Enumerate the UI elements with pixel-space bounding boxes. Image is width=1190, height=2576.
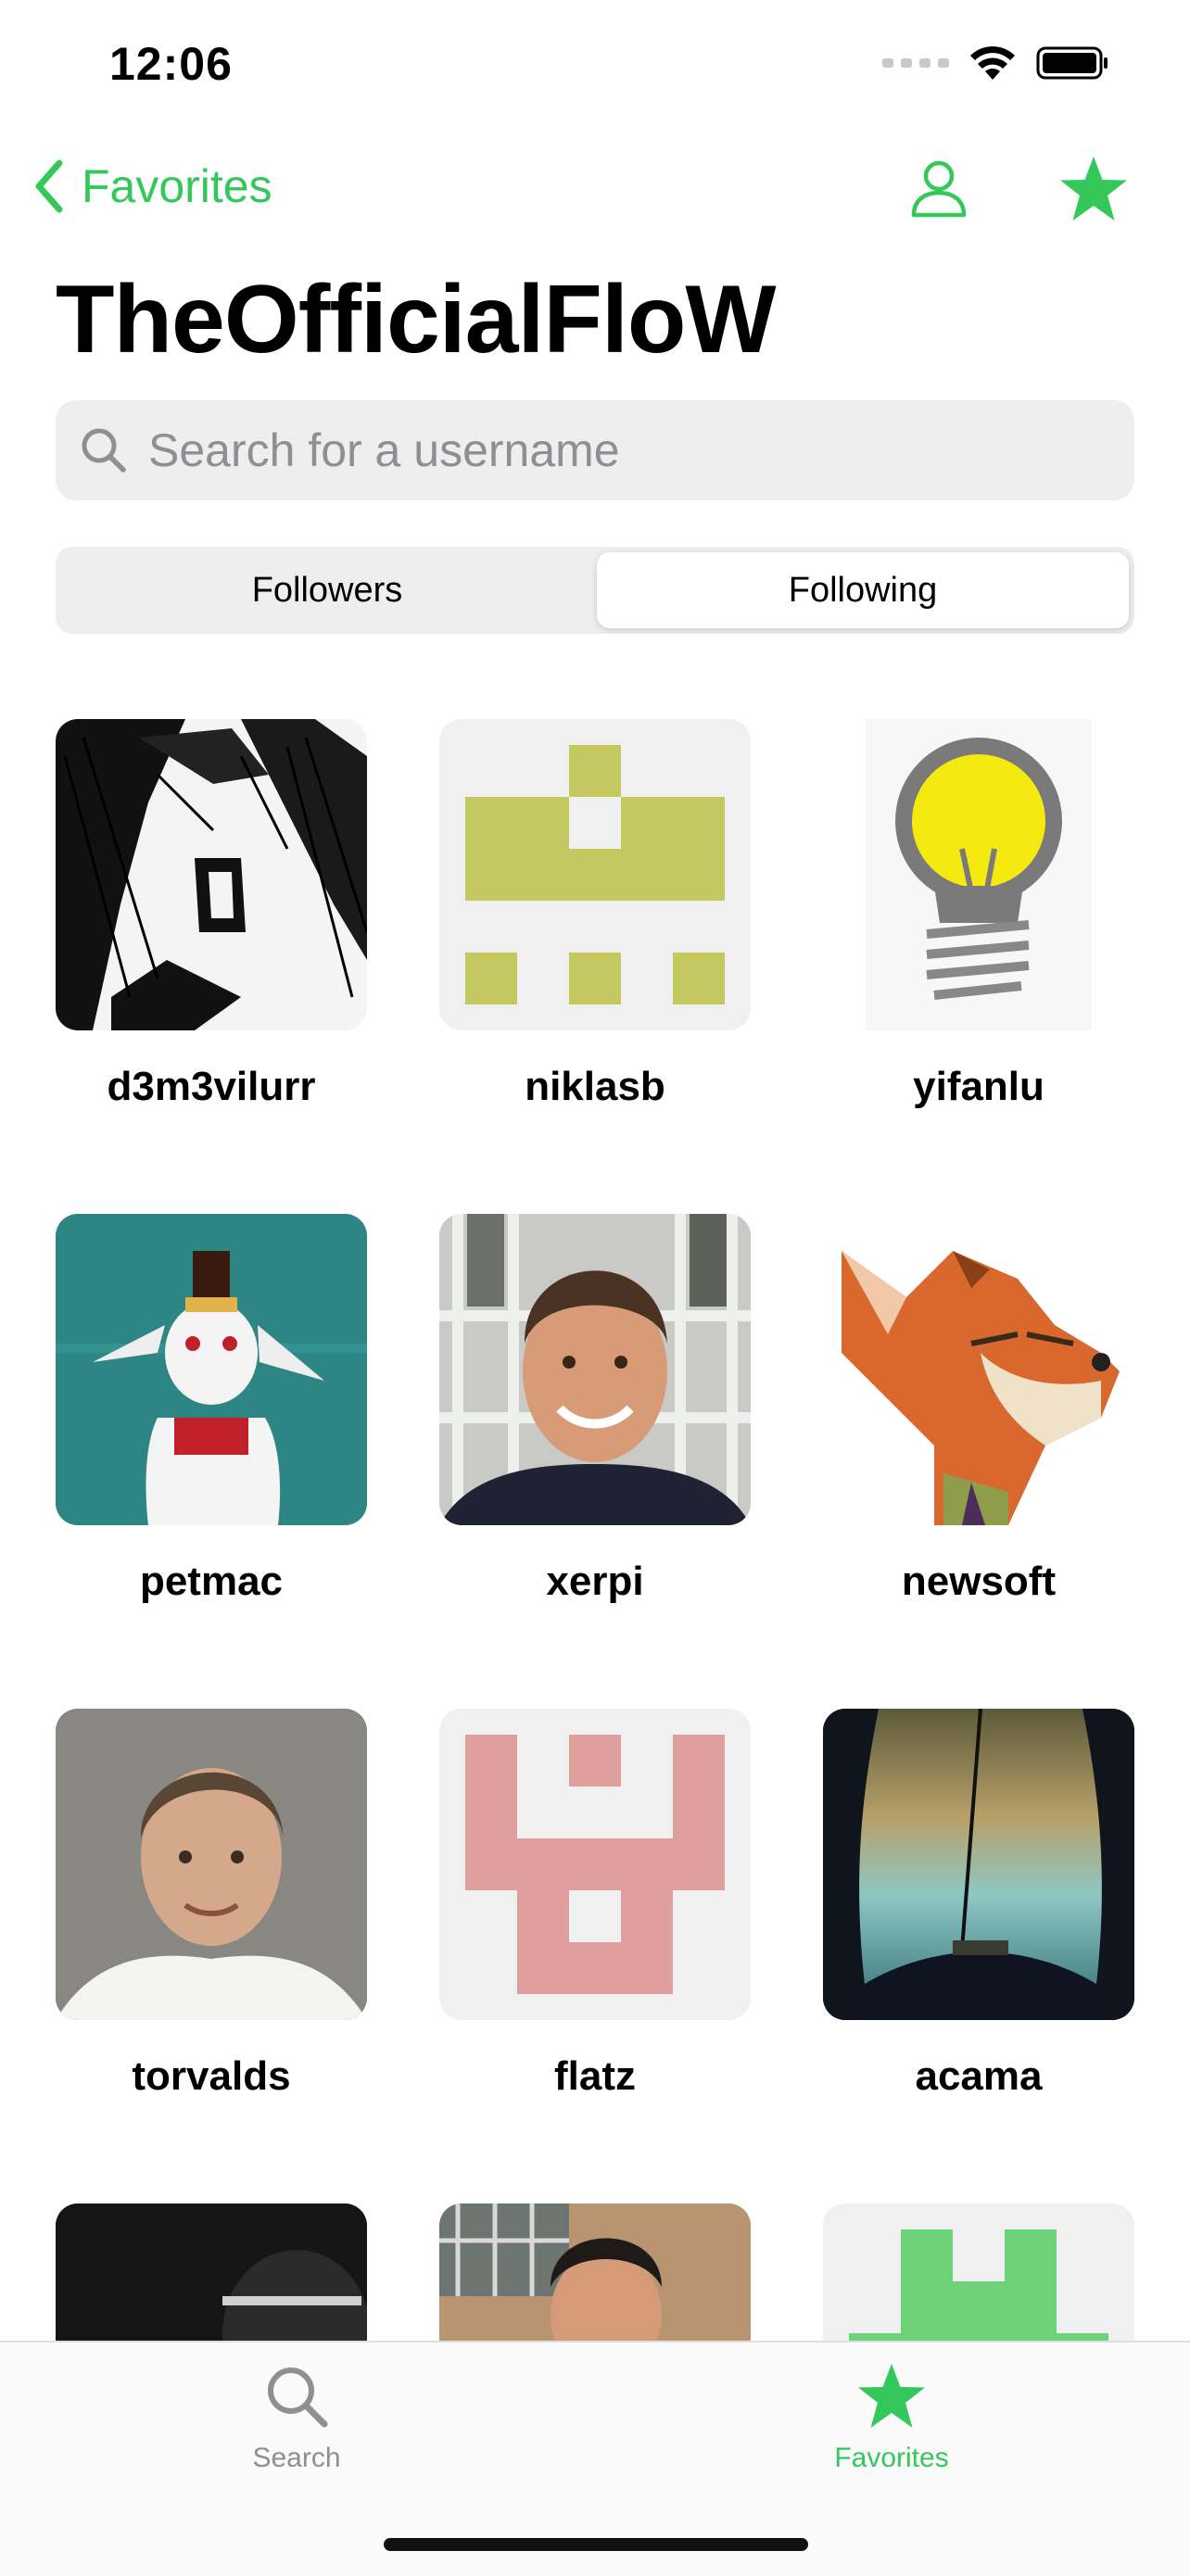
user-cell[interactable] xyxy=(439,2203,751,2341)
user-cell[interactable]: acama xyxy=(823,1709,1134,2100)
wifi-icon xyxy=(970,46,1015,80)
search-input[interactable] xyxy=(146,423,1077,478)
chevron-left-icon xyxy=(35,159,63,213)
search-icon xyxy=(268,2368,328,2428)
avatar xyxy=(56,1709,367,2020)
avatar xyxy=(56,719,367,1030)
status-icons xyxy=(882,44,1110,82)
back-button[interactable]: Favorites xyxy=(33,159,272,213)
user-cell[interactable]: petmac xyxy=(56,1214,367,1605)
tab-search-label: Search xyxy=(252,2443,341,2473)
user-cell[interactable]: yifanlu xyxy=(823,719,1134,1110)
user-cell[interactable]: xerpi xyxy=(439,1214,751,1605)
back-label: Favorites xyxy=(82,160,272,212)
username-label: flatz xyxy=(554,2053,636,2099)
user-cell[interactable]: flatz xyxy=(439,1709,751,2100)
username-label: xerpi xyxy=(546,1559,644,1604)
avatar xyxy=(439,1709,751,2020)
username-label: niklasb xyxy=(525,1064,665,1109)
search-bar[interactable] xyxy=(56,400,1134,500)
search-icon xyxy=(82,428,126,473)
person-icon xyxy=(911,160,967,218)
segment-followers[interactable]: Followers xyxy=(61,552,593,628)
user-cell[interactable]: d3m3vilurr xyxy=(56,719,367,1110)
avatar xyxy=(823,1709,1134,2020)
tab-search[interactable]: Search xyxy=(158,2361,436,2474)
tab-favorites-label: Favorites xyxy=(834,2443,949,2473)
avatar xyxy=(56,1214,367,1525)
cellular-signal-icon xyxy=(882,58,949,68)
username-label: petmac xyxy=(139,1559,284,1604)
star-icon xyxy=(858,2364,925,2428)
avatar xyxy=(439,2203,751,2341)
username-label: newsoft xyxy=(901,1559,1057,1604)
username-label: yifanlu xyxy=(913,1064,1044,1109)
home-indicator xyxy=(384,2538,808,2551)
page-title: TheOfficialFloW xyxy=(56,266,777,373)
avatar xyxy=(56,2203,367,2341)
user-cell[interactable] xyxy=(823,2203,1134,2341)
status-time: 12:06 xyxy=(109,38,233,90)
user-cell[interactable]: newsoft xyxy=(823,1214,1134,1605)
avatar xyxy=(439,1214,751,1525)
followers-following-segment: Followers Following xyxy=(56,547,1134,634)
avatar xyxy=(823,2203,1134,2341)
user-cell[interactable]: niklasb xyxy=(439,719,751,1110)
tab-favorites[interactable]: Favorites xyxy=(753,2361,1031,2474)
profile-button[interactable] xyxy=(908,158,969,223)
user-cell[interactable] xyxy=(56,2203,367,2341)
star-icon xyxy=(1060,157,1127,221)
battery-icon xyxy=(1036,46,1108,80)
username-label: d3m3vilurr xyxy=(107,1064,316,1109)
user-cell[interactable]: torvalds xyxy=(56,1709,367,2100)
favorite-button[interactable] xyxy=(1057,154,1131,229)
username-label: acama xyxy=(915,2053,1043,2099)
avatar xyxy=(439,719,751,1030)
avatar xyxy=(823,719,1134,1030)
avatar xyxy=(823,1214,1134,1525)
segment-following[interactable]: Following xyxy=(597,552,1129,628)
username-label: torvalds xyxy=(132,2053,291,2099)
